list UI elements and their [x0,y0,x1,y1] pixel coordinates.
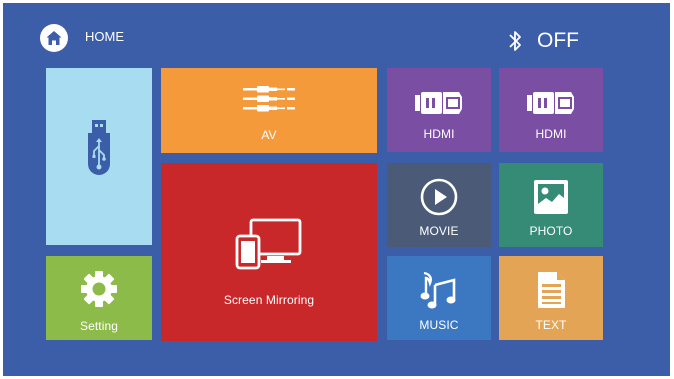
screen-mirroring-tile[interactable]: Screen Mirroring [161,163,377,341]
text-tile[interactable]: TEXT [499,256,603,340]
music-label: MUSIC [419,318,459,332]
screen-mirroring-label: Screen Mirroring [223,293,315,307]
play-icon [420,178,458,221]
home-screen: HOME OFF Setting AV Screen Mirroring HDM… [3,3,670,376]
hdmi2-tile[interactable]: HDMI [499,68,603,152]
setting-label: Setting [79,319,119,333]
hdmi1-tile[interactable]: HDMI [387,68,491,152]
usb-tile[interactable] [46,68,152,245]
hdmi-plug-icon [527,88,575,123]
gear-icon [80,270,118,313]
photo-tile[interactable]: PHOTO [499,163,603,247]
setting-tile[interactable]: Setting [46,256,152,340]
av-label: AV [261,128,277,142]
text-label: TEXT [535,318,567,332]
music-tile[interactable]: MUSIC [387,256,491,340]
home-label[interactable]: HOME [85,29,124,44]
hdmi1-label: HDMI [423,127,455,141]
movie-label: MOVIE [419,224,459,238]
usb-drive-icon [84,118,114,183]
av-cables-icon [243,86,295,117]
movie-tile[interactable]: MOVIE [387,163,491,247]
hdmi2-label: HDMI [535,127,567,141]
document-icon [535,270,567,315]
av-tile[interactable]: AV [161,68,377,153]
photo-label: PHOTO [529,224,573,238]
bluetooth-status: OFF [537,29,579,52]
bluetooth-icon[interactable] [507,27,523,60]
music-note-icon [420,270,458,315]
hdmi-plug-icon [415,88,463,123]
photo-icon [532,178,570,221]
home-icon[interactable] [40,24,68,52]
screen-mirroring-icon [235,218,303,275]
